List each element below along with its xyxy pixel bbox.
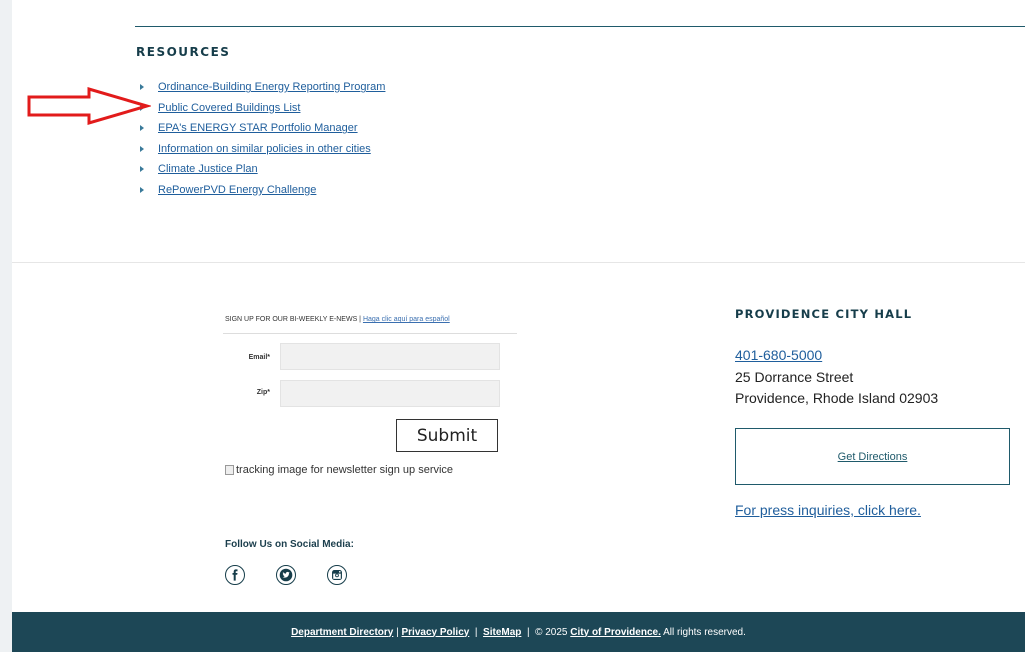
bullet-triangle-icon [140,125,144,132]
list-item: Information on similar policies in other… [140,139,385,160]
bullet-triangle-icon [140,166,144,173]
spanish-signup-link[interactable]: Haga clic aquí para español [363,316,450,323]
instagram-icon[interactable] [327,565,347,585]
resource-link-ordinance[interactable]: Ordinance-Building Energy Reporting Prog… [158,81,385,93]
list-item: Ordinance-Building Energy Reporting Prog… [140,77,385,98]
newsletter-heading: SIGN UP FOR OUR BI-WEEKLY E-NEWS | Haga … [225,316,450,323]
copyright-suffix: All rights reserved. [660,626,746,638]
newsletter-divider [223,333,517,334]
tracking-image-alt-text: tracking image for newsletter sign up se… [236,464,454,476]
privacy-policy-link[interactable]: Privacy Policy [402,627,470,638]
zip-field[interactable] [280,380,500,407]
copyright-prefix: | © 2025 [521,626,571,638]
resource-link-climate-justice[interactable]: Climate Justice Plan [158,163,258,175]
resources-list: Ordinance-Building Energy Reporting Prog… [140,77,385,200]
sitemap-link[interactable]: SiteMap [483,627,521,638]
facebook-icon[interactable] [225,565,245,585]
email-label: Email* [248,354,270,361]
resource-link-energy-star[interactable]: EPA's ENERGY STAR Portfolio Manager [158,122,358,134]
resources-heading: RESOURCES [136,45,231,59]
footer-separator: | [469,626,484,638]
submit-button[interactable]: Submit [396,419,498,452]
street-address: 25 Dorrance Street [735,369,854,385]
zip-label: Zip* [256,389,270,396]
list-item: RePowerPVD Energy Challenge [140,180,385,201]
resource-link-repowerpvd[interactable]: RePowerPVD Energy Challenge [158,184,316,196]
annotation-arrow-icon [27,86,151,126]
list-item: Climate Justice Plan [140,159,385,180]
list-item: EPA's ENERGY STAR Portfolio Manager [140,118,385,139]
city-of-providence-link[interactable]: City of Providence. [570,627,661,638]
bullet-triangle-icon [140,186,144,193]
list-item: Public Covered Buildings List [140,98,385,119]
resource-link-similar-policies[interactable]: Information on similar policies in other… [158,143,371,155]
bullet-triangle-icon [140,145,144,152]
twitter-icon[interactable] [276,565,296,585]
press-inquiries-link[interactable]: For press inquiries, click here. [735,502,921,518]
section-separator [12,262,1025,263]
broken-image-icon [225,465,234,475]
phone-link[interactable]: 401-680-5000 [735,347,822,363]
city-hall-heading: PROVIDENCE CITY HALL [735,307,913,321]
city-address: Providence, Rhode Island 02903 [735,390,939,406]
footer: Department Directory | Privacy Policy | … [12,612,1025,652]
resource-link-covered-buildings[interactable]: Public Covered Buildings List [158,102,300,114]
social-heading: Follow Us on Social Media: [225,539,354,550]
tracking-image: tracking image for newsletter sign up se… [225,464,453,476]
footer-separator: | [393,626,402,638]
get-directions-button[interactable]: Get Directions [735,428,1010,485]
section-divider [135,26,1025,27]
email-field[interactable] [280,343,500,370]
department-directory-link[interactable]: Department Directory [291,627,393,638]
page: RESOURCES Ordinance-Building Energy Repo… [12,0,1025,652]
newsletter-heading-text: SIGN UP FOR OUR BI-WEEKLY E-NEWS | [225,316,363,323]
